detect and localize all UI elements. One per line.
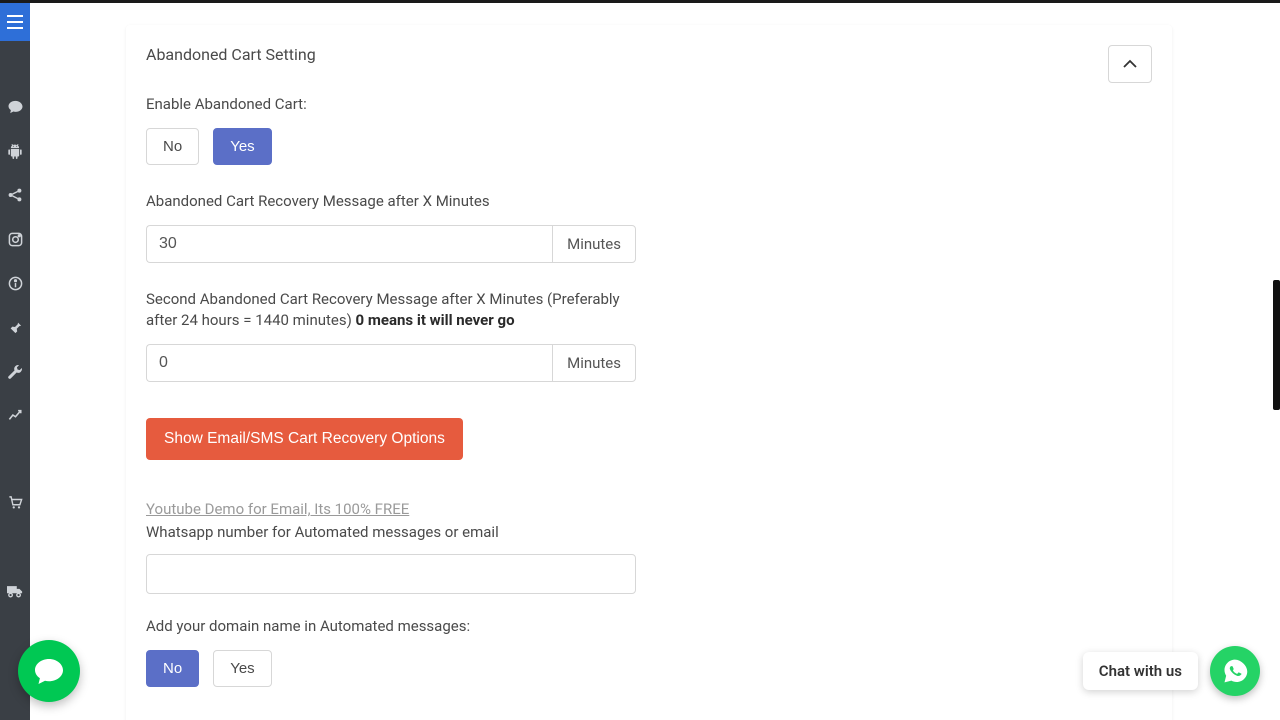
show-options-button[interactable]: Show Email/SMS Cart Recovery Options	[146, 418, 463, 460]
whatsapp-number-label: Whatsapp number for Automated messages o…	[146, 522, 636, 544]
second-msg-group: Minutes	[146, 344, 636, 382]
enable-no-button[interactable]: No	[146, 128, 199, 165]
whatsapp-number-input[interactable]	[146, 554, 636, 594]
add-domain-no-button[interactable]: No	[146, 650, 199, 687]
section-title: Abandoned Cart Setting	[146, 45, 1152, 64]
chat-icon	[8, 100, 23, 114]
sidebar-item-info[interactable]	[0, 261, 30, 305]
sidebar-toggle[interactable]	[0, 3, 30, 41]
sidebar-item-truck[interactable]	[0, 569, 30, 613]
collapse-button[interactable]	[1108, 45, 1152, 83]
add-domain-yes-button[interactable]: Yes	[213, 650, 271, 687]
chevron-up-icon	[1122, 59, 1138, 69]
hamburger-icon	[7, 15, 23, 29]
wrench-icon	[8, 364, 23, 379]
enable-label: Enable Abandoned Cart:	[146, 94, 636, 116]
sidebar-item-chart[interactable]	[0, 393, 30, 437]
first-msg-label: Abandoned Cart Recovery Message after X …	[146, 191, 636, 213]
enable-toggle: No Yes	[146, 128, 636, 165]
enable-yes-button[interactable]: Yes	[213, 128, 271, 165]
second-msg-input[interactable]	[146, 344, 552, 382]
chat-with-us-pill[interactable]: Chat with us	[1083, 652, 1198, 690]
whatsapp-button[interactable]	[1210, 646, 1260, 696]
scrollbar-thumb[interactable]	[1273, 280, 1280, 410]
sidebar-item-chat[interactable]	[0, 85, 30, 129]
info-icon	[8, 276, 23, 291]
cart-icon	[8, 496, 23, 510]
first-msg-input[interactable]	[146, 225, 552, 263]
settings-card: Abandoned Cart Setting Enable Abandoned …	[126, 25, 1172, 720]
first-msg-unit: Minutes	[552, 225, 636, 263]
sidebar-item-android[interactable]	[0, 129, 30, 173]
sidebar-item-cart[interactable]	[0, 481, 30, 525]
whatsapp-icon	[1221, 657, 1249, 685]
second-msg-label: Second Abandoned Cart Recovery Message a…	[146, 289, 636, 333]
chart-icon	[8, 408, 23, 422]
sidebar-item-wrench[interactable]	[0, 349, 30, 393]
chat-bubble-icon	[34, 657, 64, 685]
sidebar-item-pin[interactable]	[0, 305, 30, 349]
whatsapp-widget: Chat with us	[1083, 646, 1260, 696]
pin-icon	[8, 320, 22, 334]
android-icon	[8, 144, 22, 159]
instagram-icon	[8, 232, 23, 247]
second-msg-unit: Minutes	[552, 344, 636, 382]
sidebar	[0, 3, 30, 720]
sidebar-item-instagram[interactable]	[0, 217, 30, 261]
second-msg-label-bold: 0 means it will never go	[356, 311, 515, 329]
page: Abandoned Cart Setting Enable Abandoned …	[30, 3, 1268, 720]
add-domain-label: Add your domain name in Automated messag…	[146, 616, 636, 638]
chat-fab[interactable]	[18, 640, 80, 702]
add-domain-toggle: No Yes	[146, 650, 636, 687]
share-icon	[8, 188, 22, 202]
youtube-demo-link[interactable]: Youtube Demo for Email, Its 100% FREE	[146, 500, 636, 518]
sidebar-item-share[interactable]	[0, 173, 30, 217]
truck-icon	[7, 585, 23, 598]
first-msg-group: Minutes	[146, 225, 636, 263]
